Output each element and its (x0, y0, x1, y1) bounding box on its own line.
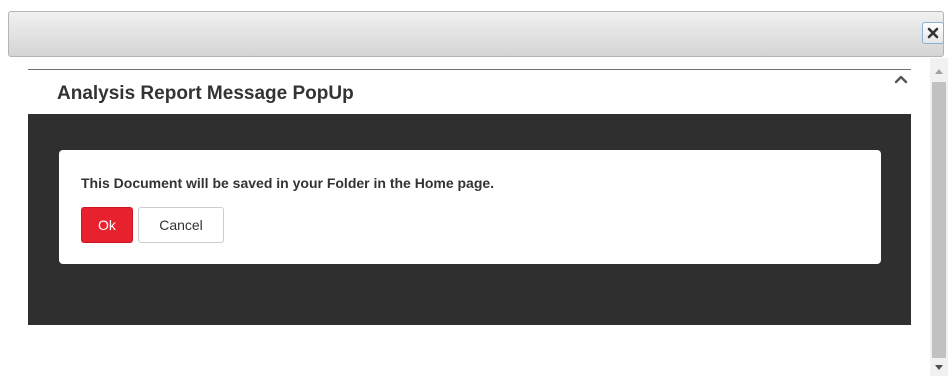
scroll-up-arrow-icon (935, 68, 943, 74)
collapse-toggle[interactable] (893, 72, 909, 86)
popup-content: Analysis Report Message PopUp This Docum… (0, 58, 930, 376)
popup-title: Analysis Report Message PopUp (57, 83, 354, 104)
message-card: This Document will be saved in your Fold… (59, 150, 881, 264)
scroll-down-arrow-icon (935, 364, 943, 370)
scroll-up-button[interactable] (930, 64, 948, 78)
scroll-thumb[interactable] (932, 82, 946, 358)
header-divider (28, 69, 911, 70)
window-titlebar (8, 11, 944, 57)
message-panel: This Document will be saved in your Fold… (28, 114, 911, 325)
cancel-button[interactable]: Cancel (138, 207, 224, 243)
close-icon (927, 27, 939, 39)
ok-button[interactable]: Ok (81, 207, 133, 243)
chevron-up-icon (894, 75, 908, 84)
message-text: This Document will be saved in your Fold… (81, 175, 495, 191)
vertical-scrollbar[interactable] (930, 58, 948, 376)
close-button[interactable] (922, 22, 944, 44)
scroll-down-button[interactable] (930, 360, 948, 374)
